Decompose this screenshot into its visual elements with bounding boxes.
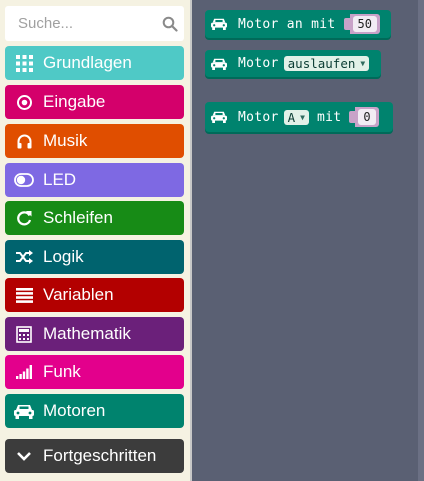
block-text: Motor an mit bbox=[238, 16, 336, 32]
category-logik[interactable]: Logik bbox=[5, 240, 184, 274]
category-funk[interactable]: Funk bbox=[5, 355, 184, 389]
block-motor-on[interactable]: Motor an mit 50 bbox=[205, 10, 391, 38]
grid-icon bbox=[14, 53, 34, 73]
block-text: mit bbox=[317, 109, 342, 125]
category-label: Motoren bbox=[43, 401, 106, 420]
dropdown-arrow-icon: ▼ bbox=[360, 59, 366, 68]
category-led[interactable]: LED bbox=[5, 163, 184, 197]
category-variablen[interactable]: Variablen bbox=[5, 278, 184, 312]
category-label: Musik bbox=[43, 131, 88, 150]
block-text: Motor bbox=[238, 56, 279, 71]
category-fortgeschritten[interactable]: Fortgeschritten bbox=[5, 439, 184, 473]
headphones-icon bbox=[14, 131, 34, 151]
dropdown-arrow-icon: ▼ bbox=[300, 112, 305, 122]
search-box[interactable] bbox=[5, 6, 184, 41]
category-schleifen[interactable]: Schleifen bbox=[5, 201, 184, 235]
list-icon bbox=[14, 285, 34, 305]
category-grundlagen[interactable]: Grundlagen bbox=[5, 46, 184, 80]
car-icon bbox=[211, 55, 229, 73]
search-icon[interactable] bbox=[162, 16, 178, 32]
dropdown-value: auslaufen bbox=[287, 56, 356, 71]
toggle-icon bbox=[14, 170, 34, 190]
number-value[interactable]: 0 bbox=[358, 109, 376, 125]
number-value[interactable]: 50 bbox=[352, 16, 377, 32]
number-input[interactable]: 50 bbox=[343, 14, 380, 34]
category-motoren[interactable]: Motoren bbox=[5, 394, 184, 428]
category-label: Logik bbox=[43, 247, 84, 266]
category-label: LED bbox=[43, 170, 77, 189]
signal-bars-icon bbox=[14, 362, 34, 382]
radio-target-icon bbox=[14, 92, 34, 112]
block-motor-select[interactable]: Motor A ▼ mit 0 bbox=[205, 102, 393, 132]
motor-dropdown[interactable]: A ▼ bbox=[283, 109, 309, 125]
toolbox-divider bbox=[190, 0, 192, 481]
category-label: Variablen bbox=[43, 285, 114, 304]
toolbox-panel: Grundlagen Eingabe Musik LED bbox=[0, 0, 190, 481]
mode-dropdown[interactable]: auslaufen ▼ bbox=[283, 56, 370, 71]
category-label: Funk bbox=[43, 362, 81, 381]
chevron-down-icon bbox=[14, 446, 34, 466]
category-label: Mathematik bbox=[43, 324, 131, 343]
calculator-icon bbox=[14, 324, 34, 344]
dropdown-value: A bbox=[287, 109, 296, 125]
search-input[interactable] bbox=[5, 6, 168, 41]
shuffle-icon bbox=[14, 247, 34, 267]
car-icon bbox=[14, 401, 34, 421]
category-mathematik[interactable]: Mathematik bbox=[5, 317, 184, 351]
category-label: Grundlagen bbox=[43, 53, 132, 72]
category-eingabe[interactable]: Eingabe bbox=[5, 85, 184, 119]
category-label: Eingabe bbox=[43, 92, 106, 111]
workspace-scrollbar[interactable] bbox=[418, 0, 424, 481]
block-text: Motor bbox=[238, 109, 279, 125]
number-input[interactable]: 0 bbox=[349, 107, 379, 127]
category-label: Fortgeschritten bbox=[43, 446, 157, 465]
category-musik[interactable]: Musik bbox=[5, 124, 184, 158]
block-motor-coast[interactable]: Motor auslaufen ▼ bbox=[205, 50, 381, 77]
refresh-icon bbox=[14, 208, 34, 228]
car-icon bbox=[211, 108, 229, 126]
category-label: Schleifen bbox=[43, 208, 113, 227]
car-icon bbox=[211, 15, 229, 33]
